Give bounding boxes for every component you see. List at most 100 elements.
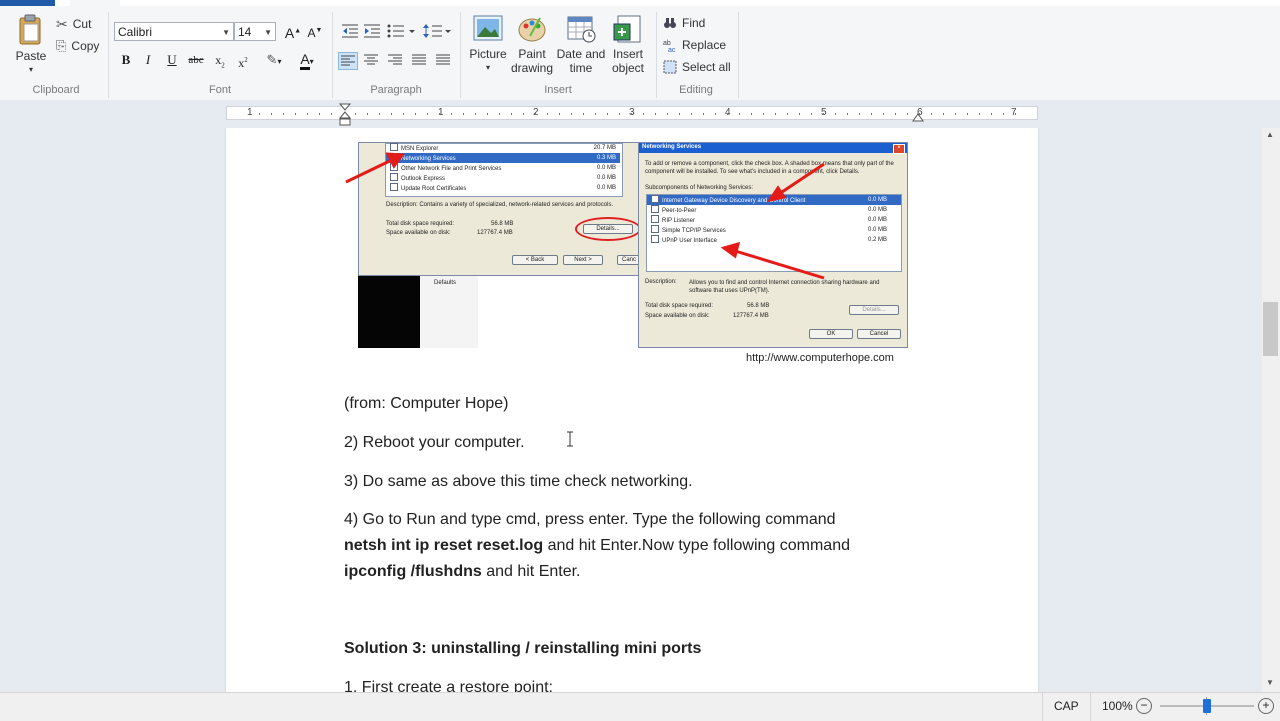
ruler-tick — [943, 113, 944, 115]
select-all-label: Select all — [682, 60, 731, 74]
select-all-icon — [663, 60, 677, 74]
ruler-tick — [847, 113, 848, 115]
step-4-text-a: 4) Go to Run and type cmd, press enter. … — [344, 511, 836, 528]
cut-label: Cut — [72, 17, 92, 31]
insert-object-label-2: object — [611, 61, 645, 75]
document-page[interactable]: MSN Explorer 20.7 MB Networking Services 0… — [226, 128, 1038, 692]
dialog-avail-value: 127767.4 MB — [733, 313, 769, 319]
vertical-scrollbar[interactable]: ▲ ▼ — [1262, 128, 1280, 692]
ruler-tick — [667, 113, 668, 115]
paragraph-button[interactable] — [434, 52, 454, 70]
shrink-font-icon: A▼ — [307, 26, 323, 40]
command-netsh: netsh int ip reset reset.log — [344, 537, 544, 554]
highlight-color-button[interactable]: ✎▾ — [259, 50, 289, 70]
insert-object-button[interactable]: Insert object — [606, 14, 650, 75]
picture-button[interactable]: Picture ▾ — [466, 14, 510, 75]
ruler-tick — [607, 113, 608, 115]
find-button[interactable]: Find — [663, 13, 705, 33]
paragraph-step-3[interactable]: 3) Do same as above this time check netw… — [344, 469, 693, 495]
ruler-tick — [883, 113, 884, 115]
scrollbar-thumb[interactable] — [1263, 302, 1278, 356]
picture-dropdown-icon[interactable]: ▾ — [466, 61, 510, 75]
document-canvas[interactable]: MSN Explorer 20.7 MB Networking Services 0… — [0, 128, 1262, 692]
paragraph-step-4[interactable]: 4) Go to Run and type cmd, press enter. … — [344, 507, 944, 585]
shrink-font-button[interactable]: A▼ — [305, 21, 325, 41]
chevron-down-icon: ▼ — [264, 28, 272, 37]
scroll-up-icon[interactable]: ▲ — [1266, 130, 1274, 139]
line-spacing-icon — [423, 24, 451, 38]
strikethrough-button[interactable]: abc — [186, 50, 206, 70]
font-size-select[interactable]: 14 ▼ — [234, 22, 276, 41]
paragraph-icon — [436, 54, 450, 65]
clipboard-group-label: Clipboard — [32, 84, 80, 96]
ruler-tick — [835, 113, 836, 115]
paint-drawing-button[interactable]: Paint drawing — [510, 14, 554, 75]
copy-button[interactable]: ⎘ Copy — [56, 36, 99, 56]
ruler-tick — [547, 113, 548, 115]
scroll-down-icon[interactable]: ▼ — [1266, 678, 1274, 687]
insert-object-icon — [613, 15, 641, 43]
align-left-icon — [341, 55, 355, 66]
ruler-tick — [295, 113, 296, 115]
italic-icon: I — [145, 52, 151, 67]
ruler-tick — [751, 113, 752, 115]
replace-button[interactable]: ab ac Replace — [663, 35, 726, 55]
replace-label: Replace — [682, 38, 727, 52]
superscript-button[interactable]: x2 — [233, 50, 253, 70]
dialog-details-button: Details... — [849, 305, 899, 315]
ruler-tick — [1015, 113, 1016, 115]
justify-button[interactable] — [410, 52, 430, 70]
increase-indent-button[interactable] — [362, 23, 382, 41]
highlighter-icon: ✎ — [266, 52, 278, 67]
underline-button[interactable]: U — [162, 50, 182, 70]
align-left-button[interactable] — [338, 52, 358, 70]
ruler-tick — [799, 113, 800, 115]
paste-button[interactable]: Paste ▾ — [12, 14, 50, 77]
paint-drawing-label-2: drawing — [510, 61, 554, 75]
paste-dropdown-icon[interactable]: ▾ — [12, 63, 50, 77]
subscript-button[interactable]: x2 — [210, 50, 230, 70]
paragraph-step-2[interactable]: 2) Reboot your computer. — [344, 430, 525, 456]
align-center-button[interactable] — [362, 52, 382, 70]
font-color-button[interactable]: A▾ — [292, 50, 322, 70]
zoom-out-icon[interactable]: − — [1136, 698, 1152, 714]
scissors-icon: ✂ — [56, 15, 68, 32]
first-line-indent-marker[interactable] — [338, 103, 352, 130]
cut-button[interactable]: ✂ Cut — [56, 14, 91, 34]
decrease-indent-button[interactable] — [340, 23, 360, 41]
ruler-tick — [967, 113, 968, 115]
heading-solution-3[interactable]: Solution 3: uninstalling / reinstalling … — [344, 636, 701, 662]
font-name-select[interactable]: Calibri ▼ — [114, 22, 234, 41]
chevron-down-icon: ▼ — [222, 28, 230, 37]
divider — [460, 12, 461, 98]
grow-font-button[interactable]: A▲ — [283, 21, 303, 41]
align-right-button[interactable] — [386, 52, 406, 70]
ruler-tick — [895, 113, 896, 115]
ruler-tick — [415, 113, 416, 115]
bullets-button[interactable] — [386, 23, 416, 41]
ruler-tick — [463, 113, 464, 115]
svg-text:ac: ac — [668, 47, 676, 52]
ruler-tick — [319, 113, 320, 115]
strikethrough-icon: abc — [188, 54, 204, 66]
line-spacing-button[interactable] — [422, 23, 452, 41]
ruler-tick — [475, 113, 476, 115]
select-all-button[interactable]: Select all — [663, 57, 731, 77]
zoom-in-icon[interactable]: + — [1258, 698, 1274, 714]
paragraph-source[interactable]: (from: Computer Hope) — [344, 391, 509, 417]
ruler-tick — [331, 113, 332, 115]
align-center-icon — [364, 54, 378, 65]
paragraph-next-step[interactable]: 1. First create a restore point: — [344, 675, 553, 692]
ruler-tick — [355, 113, 356, 115]
embedded-image[interactable]: MSN Explorer 20.7 MB Networking Services 0… — [345, 142, 908, 378]
right-indent-marker[interactable] — [912, 111, 924, 125]
date-time-button[interactable]: Date and time — [556, 14, 606, 75]
zoom-slider-thumb[interactable] — [1203, 699, 1211, 713]
ok-button: OK — [809, 329, 853, 339]
italic-button[interactable]: I — [138, 50, 158, 70]
insert-group-label: Insert — [544, 84, 572, 96]
bold-button[interactable]: B — [116, 50, 136, 70]
svg-text:ab: ab — [663, 40, 671, 47]
bold-icon: B — [121, 52, 131, 67]
font-group-label: Font — [208, 84, 231, 96]
